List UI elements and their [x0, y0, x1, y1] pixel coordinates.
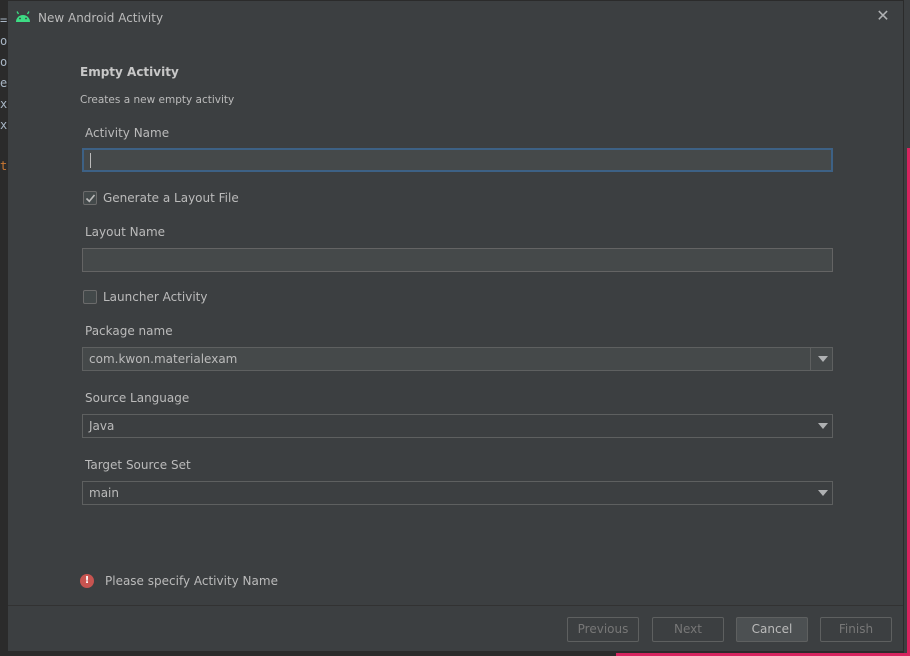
launcher-activity-label: Launcher Activity [103, 290, 208, 304]
source-language-select[interactable]: Java [82, 414, 833, 438]
next-button[interactable]: Next [652, 617, 724, 642]
error-icon: ! [80, 574, 94, 588]
generate-layout-checkbox[interactable] [83, 191, 97, 205]
source-language-value: Java [89, 419, 115, 433]
target-source-set-value: main [89, 486, 119, 500]
generate-layout-checkbox-row[interactable]: Generate a Layout File [83, 189, 239, 207]
activity-name-label: Activity Name [85, 126, 170, 140]
target-source-set-select[interactable]: main [82, 481, 833, 505]
text-caret [90, 153, 91, 168]
launcher-activity-checkbox[interactable] [83, 290, 97, 304]
dialog-titlebar[interactable]: New Android Activity ✕ [8, 1, 903, 35]
finish-button[interactable]: Finish [820, 617, 892, 642]
layout-name-label: Layout Name [85, 225, 166, 239]
previous-button[interactable]: Previous [567, 617, 639, 642]
template-description: Creates a new empty activity [80, 94, 235, 106]
activity-name-input[interactable] [82, 148, 833, 172]
close-icon[interactable]: ✕ [875, 8, 891, 24]
generate-layout-label: Generate a Layout File [103, 191, 239, 205]
target-source-set-label: Target Source Set [85, 458, 191, 472]
template-heading: Empty Activity [80, 65, 179, 79]
android-icon [14, 10, 32, 26]
chevron-down-icon[interactable] [818, 490, 828, 496]
validation-message: ! Please specify Activity Name [80, 574, 278, 588]
layout-name-input[interactable] [82, 248, 833, 272]
package-name-label: Package name [85, 324, 173, 338]
chevron-down-icon[interactable] [818, 356, 828, 362]
checkmark-icon [85, 194, 96, 203]
package-name-combobox[interactable]: com.kwon.materialexam [82, 347, 833, 371]
combo-separator [810, 348, 811, 370]
chevron-down-icon[interactable] [818, 423, 828, 429]
package-name-value: com.kwon.materialexam [89, 352, 238, 366]
validation-text: Please specify Activity Name [105, 574, 278, 588]
launcher-activity-checkbox-row[interactable]: Launcher Activity [83, 288, 207, 306]
cancel-button[interactable]: Cancel [736, 617, 808, 642]
source-language-label: Source Language [85, 391, 190, 405]
new-activity-dialog: New Android Activity ✕ Empty Activity Cr… [7, 0, 904, 652]
dialog-title: New Android Activity [38, 11, 164, 25]
